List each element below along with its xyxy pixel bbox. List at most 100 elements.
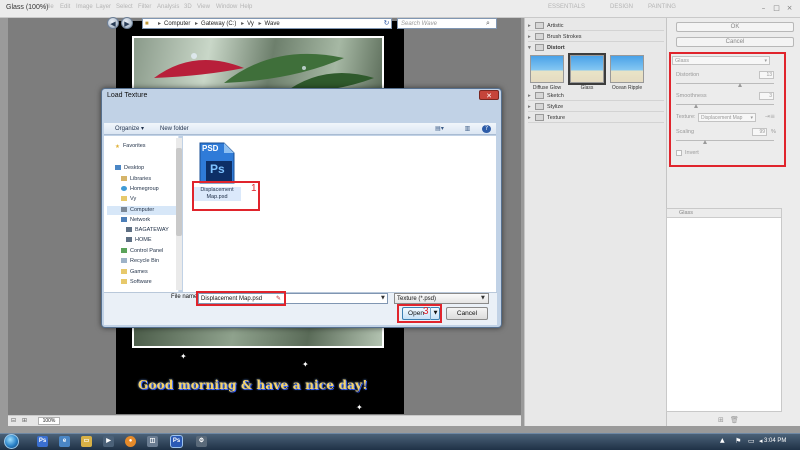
ps-active-taskbar-icon[interactable]: Ps <box>170 435 183 448</box>
refresh-icon[interactable]: ↻ <box>382 19 391 28</box>
folder-icon: ■ <box>145 21 149 27</box>
nav-desktop[interactable]: Desktop <box>115 165 144 171</box>
navigation-pane: ★ Favorites Desktop Libraries Homegroup V… <box>104 136 179 292</box>
annotation-step-number: 1 <box>251 183 257 194</box>
menu-image[interactable]: Image <box>76 4 93 10</box>
library-icon <box>121 176 127 181</box>
menu-view[interactable]: View <box>197 4 210 10</box>
start-button[interactable] <box>4 434 19 449</box>
zoom-in-icon[interactable]: ⊞ <box>22 417 27 424</box>
thumb-glass[interactable] <box>568 53 606 85</box>
taskbar-clock[interactable]: 3:04 PM <box>764 438 786 444</box>
cancel-button[interactable]: Cancel <box>446 307 488 320</box>
nav-games[interactable]: Games <box>121 269 148 275</box>
breadcrumb-gateway[interactable]: Gateway (C:) <box>201 21 236 27</box>
workspace-essentials[interactable]: ESSENTIALS <box>548 4 585 10</box>
organize-button[interactable]: Organize ▾ <box>115 123 144 135</box>
thumb-ocean-ripple[interactable] <box>610 55 644 83</box>
new-layer-icon[interactable]: ⊞ <box>718 416 724 424</box>
ps-taskbar-icon[interactable]: Ps <box>37 436 48 447</box>
folder-sketch[interactable]: ▸ Sketch <box>528 91 664 101</box>
network-status-icon[interactable]: ▭ <box>748 437 755 445</box>
scrollbar-thumb[interactable] <box>176 148 182 236</box>
folder-texture[interactable]: ▸ Texture <box>528 113 664 123</box>
firefox-taskbar-icon[interactable]: ● <box>125 436 136 447</box>
workspace-painting[interactable]: PAINTING <box>648 4 676 10</box>
nav-software[interactable]: Software <box>121 279 152 285</box>
back-arrow-icon[interactable]: ◀ <box>107 17 119 29</box>
file-type-select[interactable]: Texture (*.psd) <box>394 293 489 304</box>
breadcrumb-computer[interactable]: Computer <box>164 21 190 27</box>
new-folder-button[interactable]: New folder <box>160 123 189 135</box>
nav-homegroup[interactable]: Homegroup <box>121 186 159 192</box>
network-pc-icon <box>126 227 132 232</box>
psd-file-icon[interactable]: PSD Ps <box>196 141 236 185</box>
annotation-highlight <box>196 291 286 306</box>
preview-pane-icon[interactable]: ▥ <box>463 125 472 133</box>
taskbar <box>0 433 800 450</box>
nav-favorites[interactable]: ★ Favorites <box>115 143 146 150</box>
folder-artistic[interactable]: ▸ Artistic <box>528 21 664 31</box>
network-pc-icon <box>126 237 132 242</box>
effect-layer-row[interactable]: Glass <box>667 209 781 218</box>
nav-bagateway[interactable]: BAGATEWAY <box>126 227 169 233</box>
menu-help[interactable]: Help <box>240 4 252 10</box>
address-bar[interactable]: ■ ▸ Computer ▸ Gateway (C:) ▸ Vy ▸ Wave <box>142 18 392 29</box>
nav-network[interactable]: Network <box>121 217 150 223</box>
close-icon[interactable]: × <box>784 3 795 13</box>
chevron-down-icon[interactable]: ▼ <box>481 295 485 301</box>
maximize-icon[interactable]: □ <box>771 3 782 13</box>
forward-arrow-icon[interactable]: ▶ <box>121 17 133 29</box>
flag-icon[interactable]: ⚑ <box>735 437 741 445</box>
cancel-filter-button[interactable]: Cancel <box>676 37 794 47</box>
dialog-close-button[interactable]: ✕ <box>479 90 499 100</box>
folder-stylize[interactable]: ▸ Stylize <box>528 102 664 112</box>
app-taskbar-icon[interactable]: ◫ <box>147 436 158 447</box>
workspace-design[interactable]: DESIGN <box>610 4 633 10</box>
nav-control-panel[interactable]: Control Panel <box>121 248 163 254</box>
show-hidden-icons-icon[interactable]: ▲ <box>720 437 725 444</box>
psd-badge: PSD <box>202 144 219 153</box>
ie-taskbar-icon[interactable]: e <box>59 436 70 447</box>
menu-edit[interactable]: Edit <box>60 4 70 10</box>
help-icon[interactable]: ? <box>482 125 491 133</box>
explorer-taskbar-icon[interactable]: ▭ <box>81 436 92 447</box>
breadcrumb-wave[interactable]: Wave <box>265 21 280 27</box>
menu-select[interactable]: Select <box>116 4 133 10</box>
breadcrumb-vy[interactable]: Vy <box>247 21 254 27</box>
folder-distort[interactable]: ▾ Distort <box>528 43 664 53</box>
nav-vy[interactable]: Vy <box>121 196 136 202</box>
volume-icon[interactable]: ◂ <box>759 437 763 445</box>
ok-button[interactable]: OK <box>676 22 794 32</box>
delete-layer-icon[interactable]: 🗑 <box>730 416 739 424</box>
chevron-right-icon: ▸ <box>528 115 531 121</box>
zoom-level-field[interactable]: 100% <box>38 417 60 425</box>
chevron-down-icon[interactable]: ▼ <box>381 295 385 301</box>
annotation-highlight <box>669 52 786 167</box>
thumb-diffuse-glow[interactable] <box>530 55 564 83</box>
status-bar: ⊟ ⊞ 100% <box>8 415 521 426</box>
nav-home[interactable]: HOME <box>126 237 152 243</box>
menu-file[interactable]: File <box>44 4 54 10</box>
nav-recycle-bin[interactable]: Recycle Bin <box>121 258 159 264</box>
menu-analysis[interactable]: Analysis <box>157 4 179 10</box>
nav-scrollbar[interactable] <box>176 138 182 290</box>
folder-brush-strokes[interactable]: ▸ Brush Strokes <box>528 32 664 42</box>
minimize-icon[interactable]: – <box>758 3 769 13</box>
menu-layer[interactable]: Layer <box>96 4 111 10</box>
view-options-icon[interactable]: ▤▾ <box>435 125 444 133</box>
tool-taskbar-icon[interactable]: ⚙ <box>196 436 207 447</box>
zoom-out-icon[interactable]: ⊟ <box>11 417 16 424</box>
nav-computer[interactable]: Computer <box>121 207 154 213</box>
sparkle-icon: ✦ <box>356 403 363 412</box>
computer-icon <box>121 207 127 212</box>
menu-window[interactable]: Window <box>216 4 237 10</box>
folder-icon <box>535 33 544 41</box>
menu-3d[interactable]: 3D <box>184 4 192 10</box>
search-input[interactable]: Search Wave <box>397 18 497 29</box>
menu-filter[interactable]: Filter <box>138 4 151 10</box>
media-taskbar-icon[interactable]: ▶ <box>103 436 114 447</box>
annotation-highlight <box>192 181 260 211</box>
nav-libraries[interactable]: Libraries <box>121 176 151 182</box>
search-icon[interactable]: ⌕ <box>486 18 496 29</box>
